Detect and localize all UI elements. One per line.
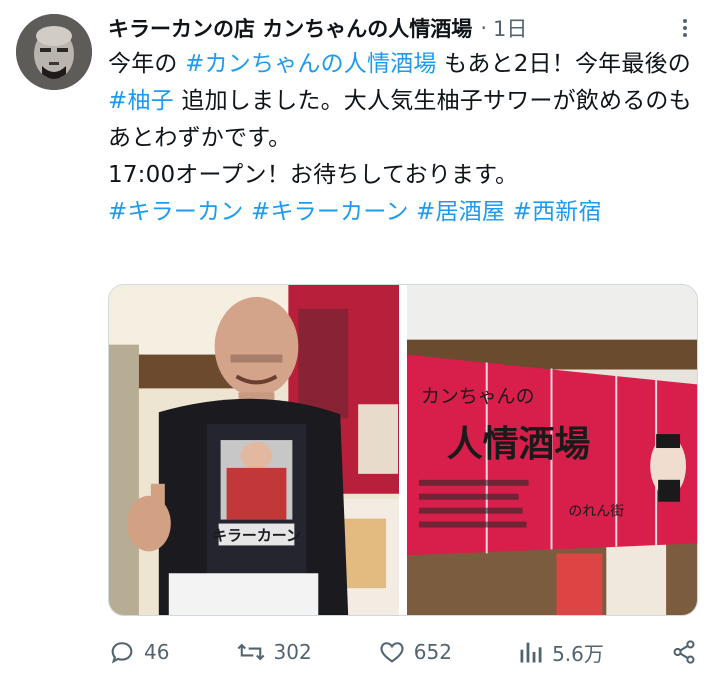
avatar-photo — [16, 14, 92, 90]
curtain-small-text: カンちゃんの — [421, 385, 535, 407]
tweet-text: 今年の #カンちゃんの人情酒場 もあと2日！今年最後の #柚子 追加しました。大… — [108, 46, 696, 231]
hashtag-link[interactable]: #カンちゃんの人情酒場 — [185, 51, 436, 77]
heart-icon — [380, 642, 404, 663]
retweet-button[interactable]: 302 — [236, 638, 312, 666]
hashtag-link[interactable]: #西新宿 — [513, 199, 602, 225]
photo-man-in-tshirt: キラーカーン — [109, 285, 399, 615]
reply-button[interactable]: 46 — [108, 638, 169, 666]
hashtag-link[interactable]: #キラーカーン — [251, 199, 409, 225]
retweet-count: 302 — [273, 640, 312, 664]
tweet-timestamp[interactable]: 1日 — [493, 13, 527, 43]
curtain-title-text: 人情酒場 — [447, 423, 590, 465]
like-count: 652 — [413, 640, 452, 664]
hashtag-link[interactable]: #キラーカン — [108, 199, 243, 225]
shirt-print-text: キラーカーン — [212, 526, 301, 544]
tweet-text-segment: もあと2日！今年最後の — [444, 51, 691, 77]
tweet-text-segment: 17:00オープン！お待ちしております。 — [108, 162, 519, 188]
views-button[interactable]: 5.6万 — [518, 638, 604, 667]
reply-icon — [111, 642, 133, 664]
tweet-photo-1[interactable]: キラーカーン — [109, 285, 399, 615]
hashtag-link[interactable]: #居酒屋 — [416, 199, 505, 225]
retweet-icon — [237, 643, 264, 661]
more-vertical-icon — [683, 19, 687, 37]
separator-dot: · — [480, 16, 487, 40]
tweet-paragraph-1: 今年の #カンちゃんの人情酒場 もあと2日！今年最後の #柚子 追加しました。大… — [108, 46, 696, 157]
curtain-right-text: のれん街 — [568, 504, 624, 520]
tweet-text-segment: 今年の — [108, 51, 178, 77]
share-button[interactable] — [670, 638, 698, 666]
tweet-photo-2[interactable]: カンちゃんの 人情酒場 のれん街 — [407, 285, 697, 615]
tweet-media-grid: キラーカーン カンちゃんの 人情酒場 のれん街 — [108, 284, 698, 616]
like-button[interactable]: 652 — [378, 638, 452, 666]
tweet-action-bar: 46 302 652 5.6万 — [108, 634, 698, 670]
tweet-header: キラーカンの店 カンちゃんの人情酒場 · 1日 — [108, 10, 699, 46]
avatar[interactable] — [16, 14, 92, 90]
tweet-paragraph-2: 17:00オープン！お待ちしております。 — [108, 157, 696, 194]
reply-count: 46 — [144, 640, 170, 664]
views-bar-chart-icon — [520, 642, 542, 663]
share-icon — [673, 640, 695, 664]
hashtag-link[interactable]: #柚子 — [108, 88, 174, 114]
photo-noren-curtain: カンちゃんの 人情酒場 のれん街 — [407, 285, 697, 615]
author-display-name[interactable]: キラーカンの店 カンちゃんの人情酒場 — [108, 13, 472, 43]
more-options-button[interactable] — [671, 14, 699, 42]
tweet-text-segment: 追加しました。大人気生柚子サワーが飲めるのもあとわずかです。 — [108, 88, 692, 151]
tweet-hashtags: #キラーカン #キラーカーン #居酒屋 #西新宿 — [108, 194, 696, 231]
views-count: 5.6万 — [552, 641, 604, 666]
